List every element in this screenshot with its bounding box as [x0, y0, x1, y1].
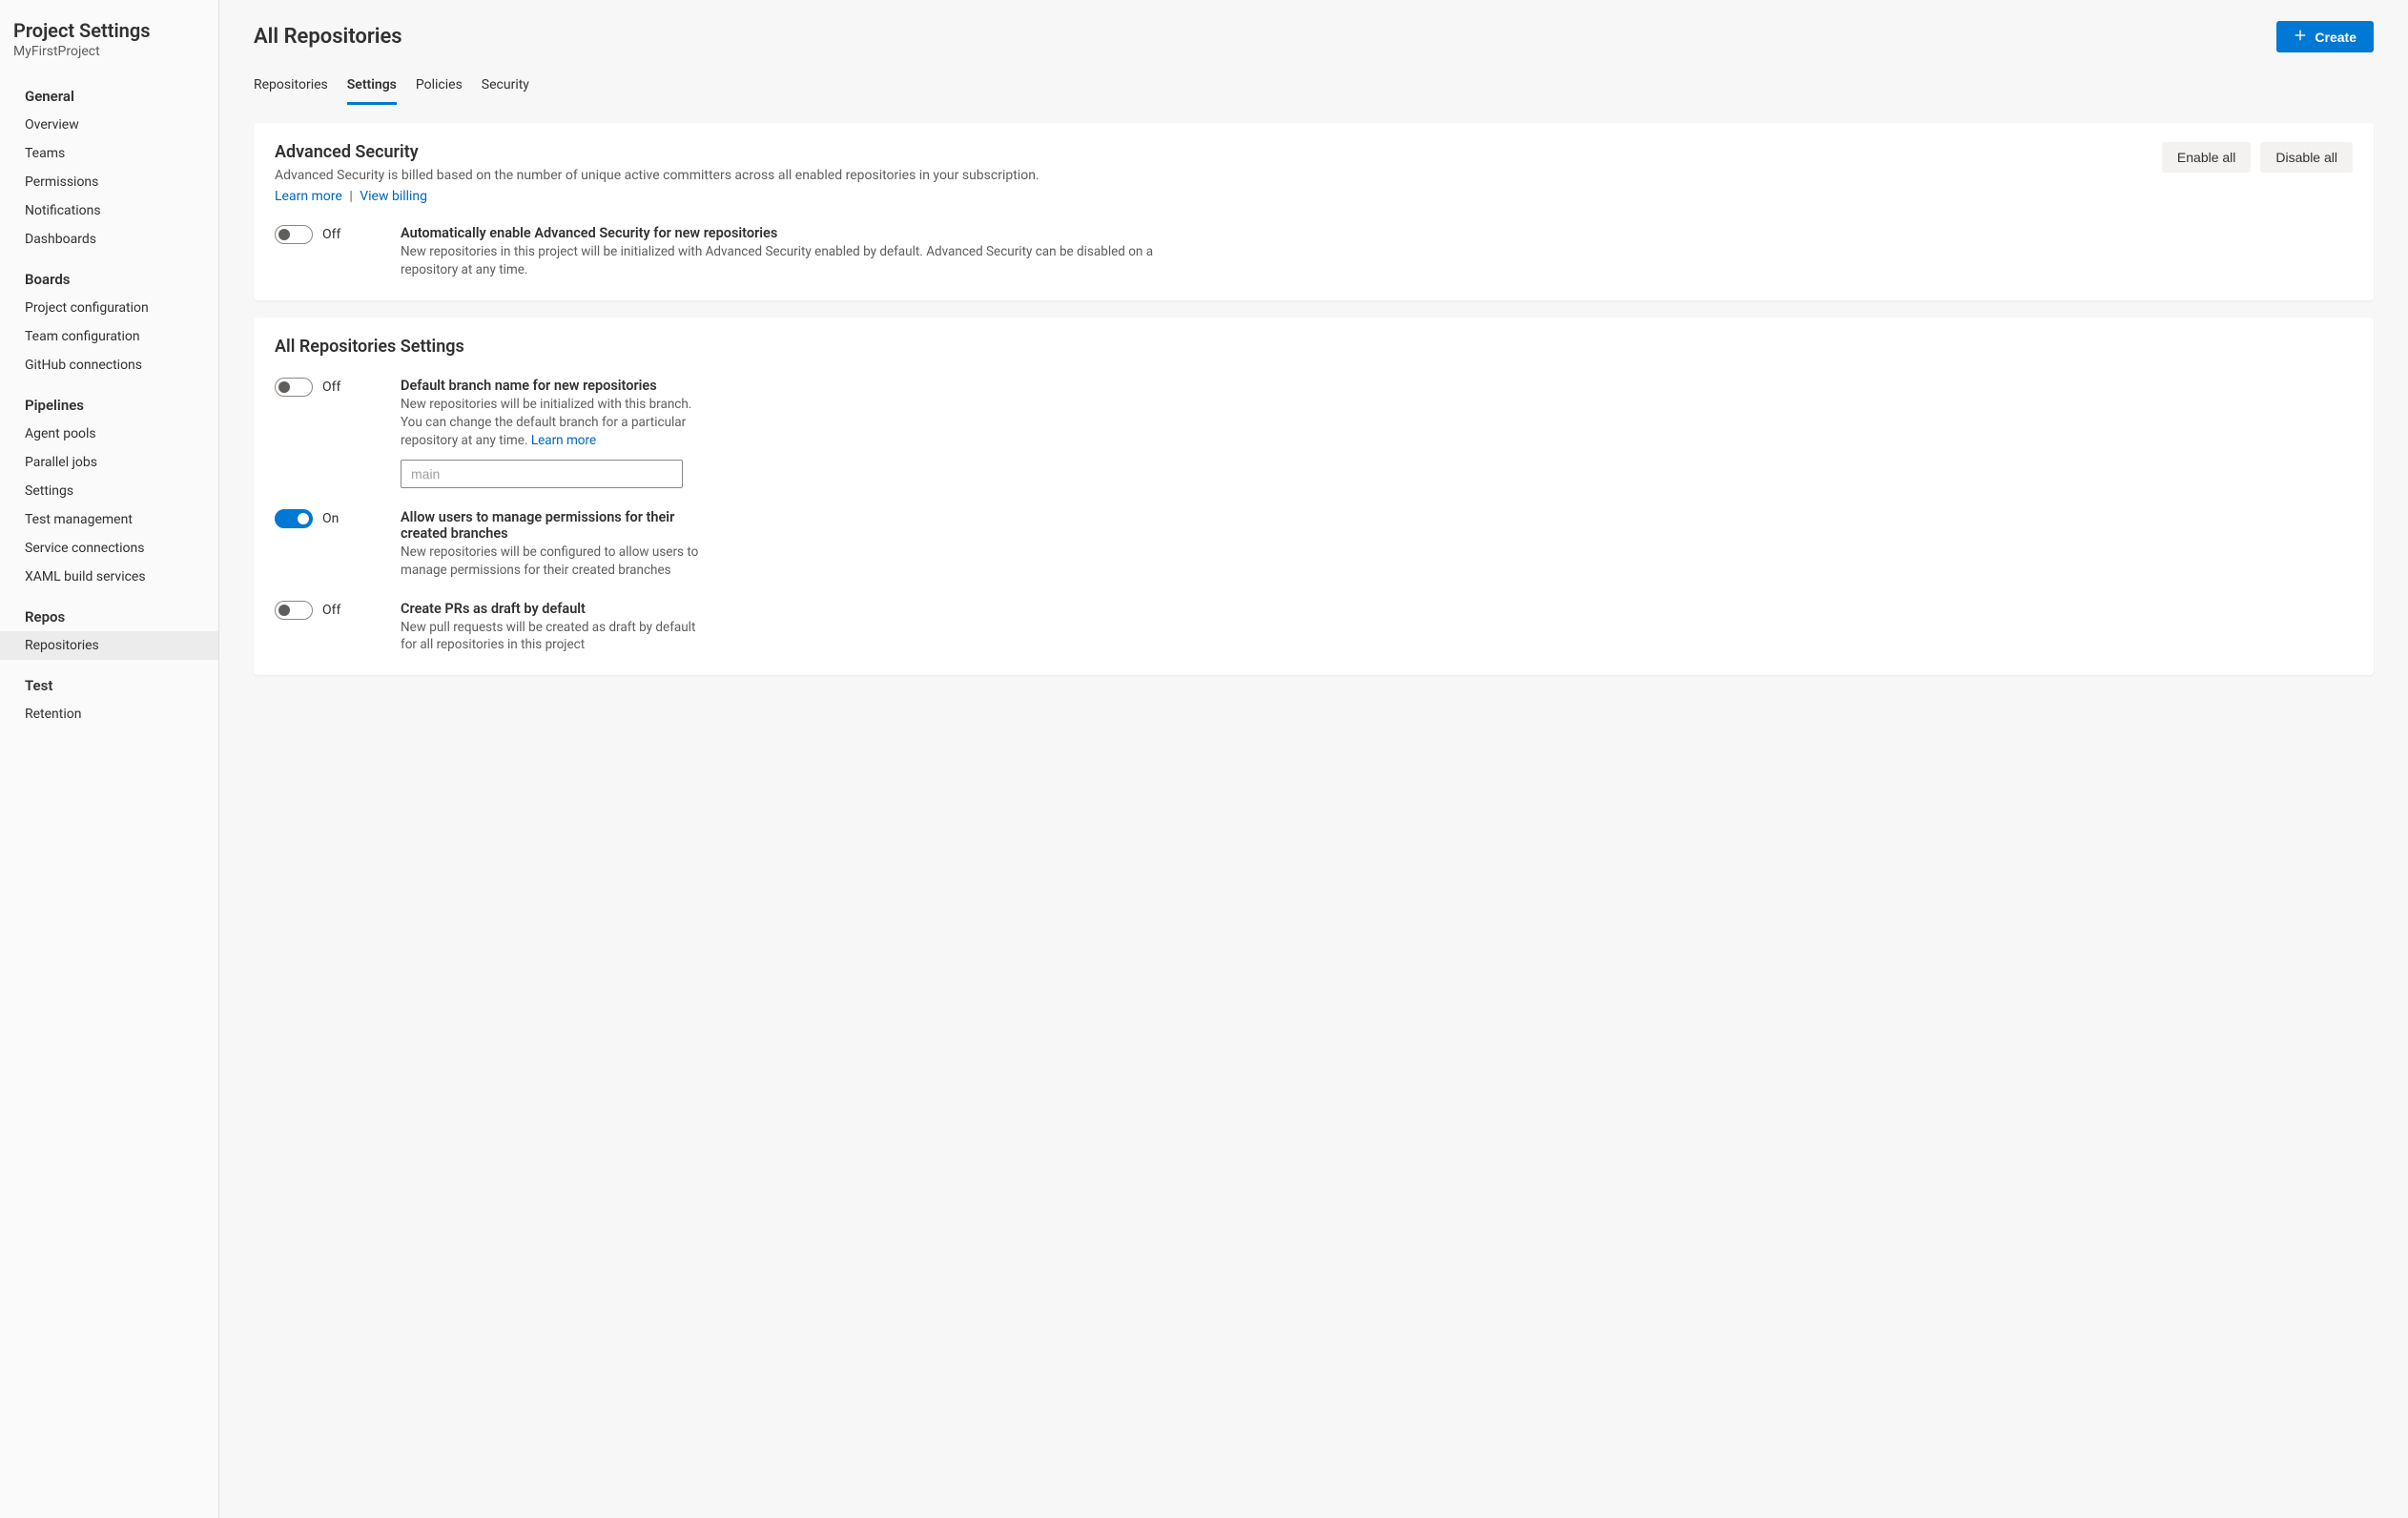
- default-branch-row: Off Default branch name for new reposito…: [275, 378, 2353, 488]
- auto-enable-row: Off Automatically enable Advanced Securi…: [275, 225, 2353, 279]
- draft-prs-state: Off: [322, 603, 340, 618]
- sidebar-item-xaml-build-services[interactable]: XAML build services: [0, 563, 218, 591]
- create-button[interactable]: Create: [2276, 21, 2374, 52]
- auto-enable-toggle[interactable]: [275, 225, 313, 244]
- default-branch-state: Off: [322, 380, 340, 395]
- sidebar-item-repositories[interactable]: Repositories: [0, 631, 218, 660]
- tab-repositories[interactable]: Repositories: [254, 70, 328, 105]
- draft-prs-desc: New pull requests will be created as dra…: [401, 619, 706, 655]
- advanced-security-card: Advanced Security Advanced Security is b…: [254, 123, 2374, 300]
- sidebar-title: Project Settings: [13, 19, 205, 42]
- disable-all-button[interactable]: Disable all: [2260, 142, 2353, 173]
- advanced-security-desc: Advanced Security is billed based on the…: [275, 166, 1039, 185]
- sidebar-section-title: Test: [0, 660, 218, 700]
- sidebar: Project Settings MyFirstProject GeneralO…: [0, 0, 219, 1518]
- auto-enable-desc: New repositories in this project will be…: [401, 243, 1183, 279]
- auto-enable-state: Off: [322, 227, 340, 242]
- sidebar-item-dashboards[interactable]: Dashboards: [0, 225, 218, 254]
- tab-security[interactable]: Security: [482, 70, 529, 105]
- sidebar-item-team-configuration[interactable]: Team configuration: [0, 322, 218, 351]
- default-branch-desc: New repositories will be initialized wit…: [401, 396, 706, 450]
- sidebar-item-parallel-jobs[interactable]: Parallel jobs: [0, 448, 218, 477]
- sidebar-header: Project Settings MyFirstProject: [0, 19, 218, 71]
- sidebar-section-title: Boards: [0, 254, 218, 294]
- tab-policies[interactable]: Policies: [416, 70, 463, 105]
- sidebar-section-title: General: [0, 71, 218, 111]
- sidebar-item-retention[interactable]: Retention: [0, 700, 218, 728]
- sidebar-subtitle: MyFirstProject: [13, 44, 205, 59]
- draft-prs-toggle[interactable]: [275, 601, 313, 620]
- sidebar-item-project-configuration[interactable]: Project configuration: [0, 294, 218, 322]
- default-branch-input[interactable]: [401, 460, 683, 488]
- manage-permissions-state: On: [322, 511, 339, 526]
- sidebar-item-overview[interactable]: Overview: [0, 111, 218, 139]
- draft-prs-title: Create PRs as draft by default: [401, 601, 706, 617]
- sidebar-item-permissions[interactable]: Permissions: [0, 168, 218, 196]
- default-branch-toggle[interactable]: [275, 378, 313, 397]
- sidebar-section-title: Pipelines: [0, 380, 218, 420]
- sidebar-item-github-connections[interactable]: GitHub connections: [0, 351, 218, 380]
- sidebar-item-agent-pools[interactable]: Agent pools: [0, 420, 218, 448]
- page-header: All Repositories Create: [254, 21, 2374, 52]
- all-repo-settings-card: All Repositories Settings Off Default br…: [254, 318, 2374, 675]
- auto-enable-title: Automatically enable Advanced Security f…: [401, 225, 1183, 241]
- learn-more-link[interactable]: Learn more: [275, 189, 342, 204]
- tab-settings[interactable]: Settings: [347, 70, 397, 105]
- sidebar-section-title: Repos: [0, 591, 218, 631]
- tabs: Repositories Settings Policies Security: [254, 70, 2374, 106]
- plus-icon: [2294, 29, 2307, 45]
- manage-permissions-desc: New repositories will be configured to a…: [401, 544, 706, 580]
- sidebar-item-settings[interactable]: Settings: [0, 477, 218, 505]
- sidebar-item-teams[interactable]: Teams: [0, 139, 218, 168]
- default-branch-learn-more[interactable]: Learn more: [531, 433, 596, 448]
- all-repo-settings-title: All Repositories Settings: [275, 337, 2353, 357]
- sidebar-item-service-connections[interactable]: Service connections: [0, 534, 218, 563]
- view-billing-link[interactable]: View billing: [360, 189, 427, 204]
- manage-permissions-row: On Allow users to manage permissions for…: [275, 509, 2353, 580]
- advanced-security-title: Advanced Security: [275, 142, 1039, 162]
- default-branch-title: Default branch name for new repositories: [401, 378, 706, 394]
- main-content: All Repositories Create Repositories Sett…: [219, 0, 2408, 1518]
- page-title: All Repositories: [254, 25, 402, 49]
- link-separator: |: [349, 189, 352, 204]
- sidebar-item-test-management[interactable]: Test management: [0, 505, 218, 534]
- manage-permissions-title: Allow users to manage permissions for th…: [401, 509, 706, 542]
- draft-prs-row: Off Create PRs as draft by default New p…: [275, 601, 2353, 655]
- create-button-label: Create: [2315, 30, 2357, 45]
- advanced-security-links: Learn more | View billing: [275, 189, 1039, 204]
- sidebar-item-notifications[interactable]: Notifications: [0, 196, 218, 225]
- manage-permissions-toggle[interactable]: [275, 509, 313, 528]
- enable-all-button[interactable]: Enable all: [2162, 142, 2252, 173]
